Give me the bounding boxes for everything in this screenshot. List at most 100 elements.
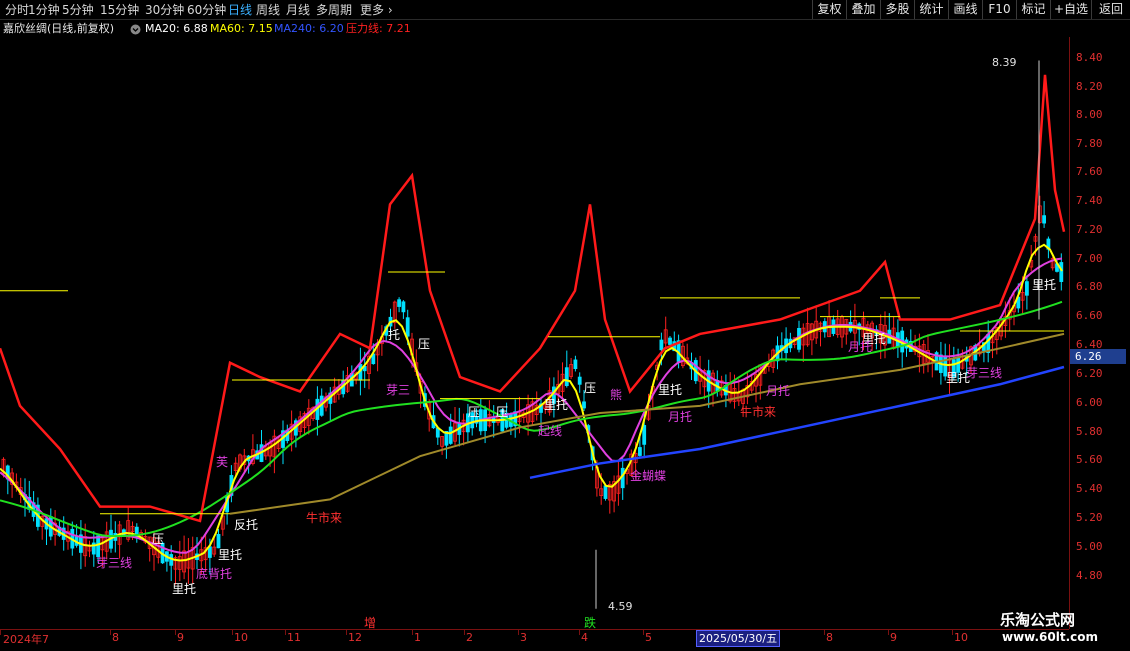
y-label: 7.60 [1076,165,1103,178]
signal-label: 压 [496,405,509,419]
candle-body [668,337,672,345]
signal-label: 芙 [216,455,229,469]
signal-label: 芽三 [386,383,411,397]
signal-label: 底背托 [196,567,233,581]
stock-title: 嘉欣丝绸(日线,前复权) [3,22,115,35]
ma20-value: MA20: 6.88 [145,22,208,35]
candle-body [207,546,212,558]
mark-button[interactable]: 标记 [1016,0,1050,19]
statistics-button[interactable]: 统计 [914,0,948,19]
period-tab-5min[interactable]: 5分钟 [62,2,94,18]
x-label: 10 [954,631,968,644]
y-label: 8.20 [1076,80,1103,93]
period-tab-more[interactable]: 更多 › [360,2,393,18]
candle-body [577,376,582,385]
period-tab-multi[interactable]: 多周期 [316,2,352,18]
low-price-label: 4.59 [608,600,633,613]
x-label: 10 [234,631,248,644]
y-label: 8.00 [1076,108,1103,121]
period-toolbar: 分时 1分钟 5分钟 15分钟 30分钟 60分钟 日线 周线 月线 多周期 更… [0,0,1130,20]
signal-label: 月托 [766,384,791,398]
fuquan-button[interactable]: 复权 [812,0,846,19]
period-tab-30min[interactable]: 30分钟 [145,2,184,18]
signal-label: 月托 [848,340,873,354]
ma60-value: MA60: 7.15 [210,22,273,35]
period-tab-weekly[interactable]: 周线 [256,2,280,18]
x-tick [0,630,1,635]
back-button[interactable]: 返回 [1091,0,1130,19]
increase-marker: 增 [364,616,377,630]
ma240-line [529,365,1065,480]
more-label: 更多 [360,3,385,17]
y-label: 6.00 [1076,396,1103,409]
y-label: 5.80 [1076,425,1103,438]
x-tick [175,630,176,635]
x-label: 12 [348,631,362,644]
signal-label: 托 [388,328,401,342]
x-tick [579,630,580,635]
candle-body [448,426,453,444]
y-label: 6.80 [1076,280,1103,293]
y-label: 7.80 [1076,137,1103,150]
signal-label: 压 [418,337,431,351]
signal-label: 起线 [538,424,563,438]
signal-label: 熊 [610,388,623,402]
signal-label: 里托 [218,548,243,562]
multi-stock-button[interactable]: 多股 [880,0,914,19]
y-axis-line [1069,37,1070,629]
draw-line-button[interactable]: 画线 [948,0,982,19]
candle-body [96,535,100,558]
y-label: 7.20 [1076,223,1103,236]
signal-label: 反托 [234,518,259,532]
y-label: 4.80 [1076,569,1103,582]
signal-label: 里托 [544,398,569,412]
period-tab-fenshi[interactable]: 分时 [5,2,29,18]
signal-label: 月托 [668,410,693,424]
ma-olive-line [229,332,1065,515]
y-label: 7.00 [1076,252,1103,265]
x-tick [888,630,889,635]
decrease-marker: 跌 [584,616,597,630]
high-price-label: 8.39 [992,56,1017,69]
add-watchlist-button[interactable]: +自选 [1050,0,1091,19]
period-tab-60min[interactable]: 60分钟 [187,2,226,18]
overlay-button[interactable]: 叠加 [846,0,880,19]
time-axis: 2024年7 8 9 10 11 12 1 2 3 4 5 2025/05/30… [0,616,1069,651]
x-label: 2 [466,631,473,644]
signal-label: 压 [584,381,597,395]
settings-icon[interactable] [130,23,141,35]
candle-body [582,401,586,409]
candle-body [405,317,410,337]
x-label: 3 [520,631,527,644]
period-tab-daily[interactable]: 日线 [228,2,252,18]
period-tab-1min[interactable]: 1分钟 [28,2,60,18]
cursor-date-box: 2025/05/30/五 [696,630,781,647]
x-label: 1 [414,631,421,644]
x-tick [824,630,825,635]
current-price-tag: 6.26 [1070,349,1126,364]
candle-body [1042,215,1046,224]
signal-label: 里托 [1032,278,1057,292]
y-label: 5.40 [1076,482,1103,495]
watermark-url: www.60lt.com [1002,630,1099,644]
candle-body [564,367,569,387]
x-tick [952,630,953,635]
y-label: 8.40 [1076,51,1103,64]
x-label: 9 [177,631,184,644]
candle-body [638,447,642,456]
candle-body [397,299,402,307]
x-tick [110,630,111,635]
candle-body [603,485,608,499]
x-label: 4 [581,631,588,644]
signal-label: 芽三线 [96,556,133,570]
period-tab-monthly[interactable]: 月线 [286,2,310,18]
candle-body [659,339,664,351]
x-tick [285,630,286,635]
y-label: 5.00 [1076,540,1103,553]
f10-button[interactable]: F10 [982,0,1016,19]
pressure-line-value: 压力线: 7.21 [346,22,411,35]
x-tick [412,630,413,635]
x-tick [464,630,465,635]
x-tick [643,630,644,635]
period-tab-15min[interactable]: 15分钟 [100,2,139,18]
